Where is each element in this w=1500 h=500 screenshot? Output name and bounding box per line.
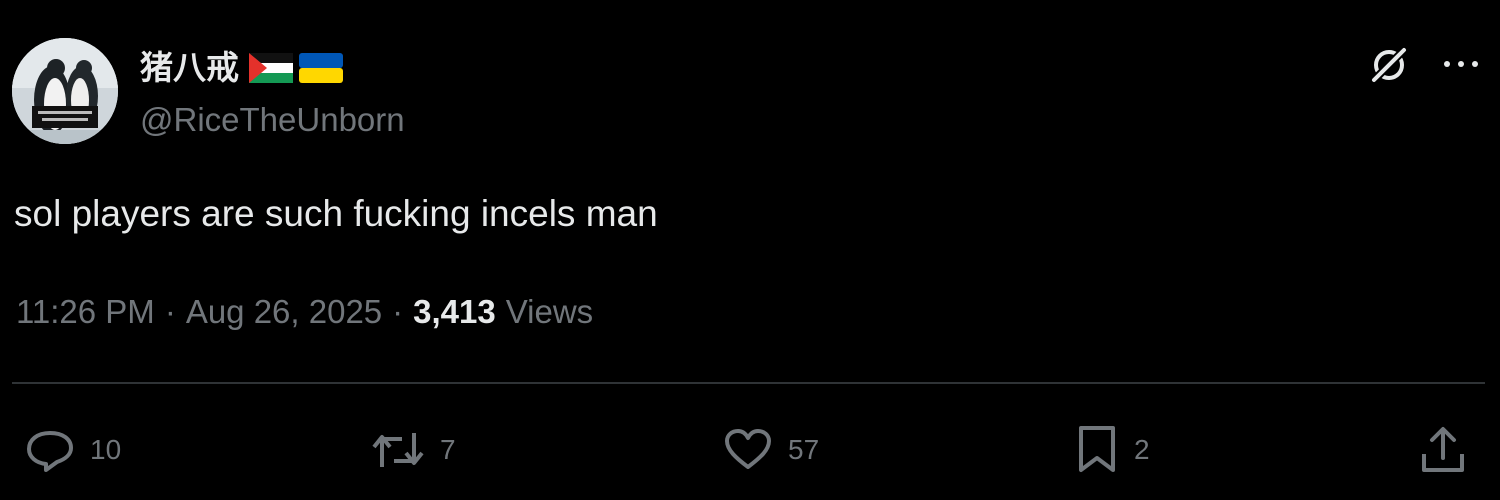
bookmark-button[interactable]: 2 bbox=[1074, 420, 1150, 480]
more-button[interactable] bbox=[1436, 48, 1486, 80]
tweet-time[interactable]: 11:26 PM bbox=[16, 290, 155, 334]
tweet-text: sol players are such fucking incels man bbox=[14, 193, 658, 234]
like-count: 57 bbox=[788, 434, 820, 465]
flag-emojis bbox=[249, 53, 343, 83]
user-handle[interactable]: @RiceTheUnborn bbox=[140, 100, 405, 140]
like-button[interactable]: 57 bbox=[722, 420, 819, 480]
more-icon bbox=[1444, 61, 1478, 67]
display-name[interactable]: 猪八戒 bbox=[140, 48, 239, 88]
meta-separator: · bbox=[392, 293, 404, 330]
grok-icon bbox=[1371, 47, 1407, 83]
display-name-row[interactable]: 猪八戒 bbox=[140, 48, 343, 88]
divider bbox=[12, 382, 1485, 384]
tweet: 猪八戒 @RiceTheUnborn sol players are such … bbox=[0, 0, 1500, 500]
views-count[interactable]: 3,413 bbox=[413, 290, 496, 334]
repost-button[interactable]: 7 bbox=[370, 420, 456, 480]
repost-count: 7 bbox=[440, 434, 456, 465]
bookmark-icon bbox=[1079, 426, 1115, 472]
avatar[interactable] bbox=[12, 38, 118, 144]
views-label[interactable]: Views bbox=[506, 290, 593, 334]
reply-count: 10 bbox=[90, 434, 122, 465]
ukraine-flag-icon bbox=[299, 53, 343, 83]
penguin-avatar-image bbox=[12, 38, 118, 144]
share-button[interactable] bbox=[1418, 420, 1468, 480]
tweet-meta: 11:26 PM · Aug 26, 2025 · 3,413 Views bbox=[16, 290, 593, 334]
meta-separator: · bbox=[164, 293, 176, 330]
tweet-date[interactable]: Aug 26, 2025 bbox=[186, 290, 382, 334]
bookmark-count: 2 bbox=[1134, 434, 1150, 465]
reply-icon bbox=[27, 431, 73, 472]
share-icon bbox=[1422, 427, 1464, 472]
reply-button[interactable]: 10 bbox=[24, 420, 121, 480]
grok-button[interactable] bbox=[1368, 44, 1410, 86]
repost-icon bbox=[372, 433, 424, 467]
palestine-flag-icon bbox=[249, 53, 293, 83]
like-icon bbox=[725, 429, 771, 469]
